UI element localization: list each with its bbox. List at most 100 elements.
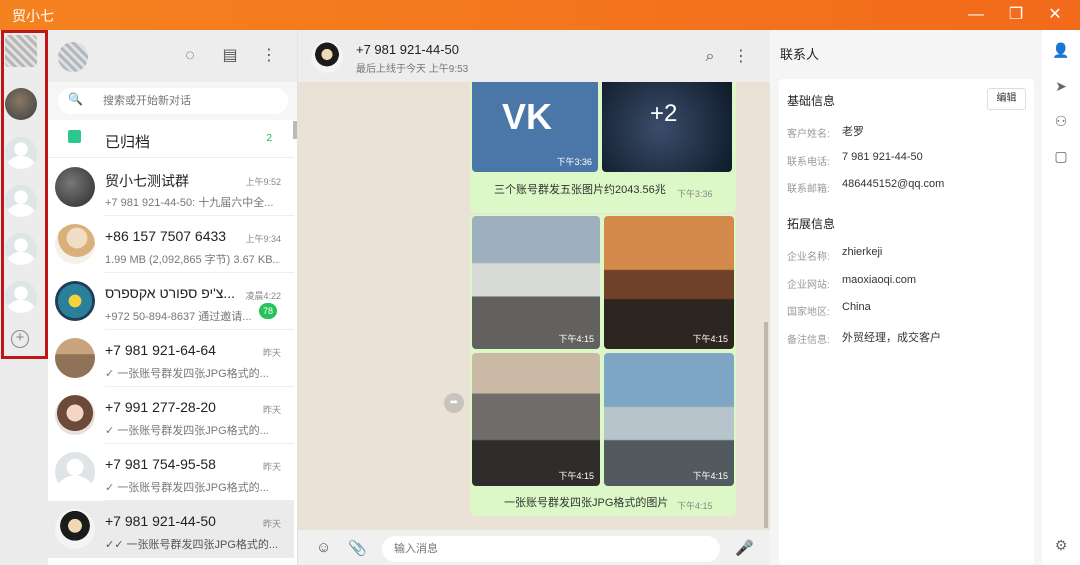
- send-icon[interactable]: ➤: [1052, 77, 1070, 95]
- field-email: 联系邮箱: 486445152@qq.com: [787, 178, 1027, 195]
- contacts-icon[interactable]: ⚇: [1052, 112, 1070, 130]
- title-bar: 贸小七 — ❐ ✕: [0, 0, 1080, 30]
- chat-name: צ'יפ ספורט אקספרס...: [105, 285, 236, 301]
- contact-panel: 联系人 基础信息 编辑 客户姓名: 老罗 联系电话: 7 981 921-44-…: [770, 30, 1042, 565]
- field-label: 联系电话:: [787, 157, 830, 168]
- chat-name: +7 981 754-95-58: [105, 456, 216, 472]
- chat-item[interactable]: +7 981 921-64-64 昨天 ✓ 一张账号群发四张JPG格式的...: [48, 330, 294, 387]
- message-caption: 三个账号群发五张图片约2043.56兆: [494, 184, 666, 196]
- search-icon: 🔍: [68, 92, 83, 106]
- field-label: 企业网站:: [787, 280, 830, 291]
- contact-card: 基础信息 编辑 客户姓名: 老罗 联系电话: 7 981 921-44-50 联…: [779, 79, 1034, 565]
- image-time: 下午4:15: [558, 471, 594, 481]
- search-input[interactable]: [103, 92, 278, 110]
- chat-preview: ✓ 一张账号群发四张JPG格式的...: [105, 425, 269, 437]
- message-image[interactable]: VK 下午3:36: [472, 82, 598, 172]
- chat-name: +86 157 7507 6433: [105, 228, 227, 244]
- edit-button[interactable]: 编辑: [987, 88, 1026, 110]
- field-name: 客户姓名: 老罗: [787, 123, 1027, 140]
- attach-icon[interactable]: 📎: [348, 539, 367, 557]
- message-caption: 一张账号群发四张JPG格式的图片: [504, 497, 669, 509]
- search-box: 🔍: [58, 88, 288, 114]
- field-company: 企业名称: zhierkeji: [787, 246, 1027, 263]
- notes-icon[interactable]: ▢: [1052, 147, 1070, 165]
- chat-item[interactable]: 贸小七测试群 上午9:52 +7 981 921-44-50: 十九届六中全..…: [48, 159, 294, 216]
- contact-avatar[interactable]: [311, 41, 343, 73]
- field-label: 联系邮箱:: [787, 184, 830, 195]
- chat-preview: ✓ 一张账号群发四张JPG格式的...: [105, 368, 269, 380]
- unread-badge: 78: [259, 303, 277, 319]
- minimize-icon[interactable]: —: [965, 4, 987, 26]
- message-image[interactable]: 下午4:15: [472, 216, 600, 349]
- vk-label: VK: [502, 96, 553, 137]
- last-seen-status: 最后上线于今天 上午9:53: [356, 64, 469, 75]
- message-area: VK 下午3:36 +2 三个账号群发五张图片约2043.56兆 下午3:36 …: [298, 82, 770, 530]
- archived-row[interactable]: 已归档 2: [48, 120, 294, 158]
- image-time: 下午4:15: [692, 334, 728, 344]
- message-image[interactable]: 下午4:15: [604, 216, 734, 349]
- message-bubble: VK 下午3:36 +2 三个账号群发五张图片约2043.56兆 下午3:36: [470, 82, 736, 213]
- field-value: 外贸经理，成交客户: [842, 332, 941, 344]
- menu-icon[interactable]: ⋮: [259, 46, 279, 66]
- message-image[interactable]: +2: [602, 82, 732, 172]
- chat-item[interactable]: +7 991 277-28-20 昨天 ✓ 一张账号群发四张JPG格式的...: [48, 387, 294, 444]
- emoji-icon[interactable]: ☺: [316, 539, 331, 556]
- chat-list-header: ◌ ▤ ⋮: [48, 30, 297, 82]
- image-time: 下午4:15: [558, 334, 594, 344]
- chat-avatar: [55, 395, 95, 435]
- message-image[interactable]: 下午4:15: [472, 353, 600, 486]
- menu-icon[interactable]: ⋮: [731, 47, 751, 67]
- field-phone: 联系电话: 7 981 921-44-50: [787, 151, 1027, 168]
- chat-time: 昨天: [262, 405, 281, 415]
- chat-item[interactable]: +7 981 754-95-58 昨天 ✓ 一张账号群发四张JPG格式的...: [48, 444, 294, 501]
- chat-time: 上午9:34: [245, 234, 281, 244]
- field-notes: 备注信息: 外贸经理，成交客户: [787, 329, 1027, 346]
- message-input[interactable]: [382, 536, 720, 562]
- field-label: 备注信息:: [787, 335, 830, 346]
- conversation-header: +7 981 921-44-50 最后上线于今天 上午9:53 ⌕ ⋮: [298, 30, 770, 82]
- archived-count: 2: [266, 133, 272, 144]
- message-composer: ☺ 📎 🎤: [298, 530, 770, 565]
- person-icon[interactable]: 👤: [1052, 41, 1070, 59]
- message-time: 下午4:15: [677, 501, 713, 511]
- search-icon[interactable]: ⌕: [700, 47, 720, 67]
- conversation-panel: +7 981 921-44-50 最后上线于今天 上午9:53 ⌕ ⋮ VK 下…: [298, 30, 770, 565]
- message-time: 下午3:36: [677, 189, 713, 199]
- settings-icon[interactable]: ⚙: [1052, 536, 1070, 554]
- mic-icon[interactable]: 🎤: [735, 539, 754, 557]
- chat-item-selected[interactable]: +7 981 921-44-50 昨天 ✓✓ 一张账号群发四张JPG格式的...: [48, 501, 294, 558]
- chat-name: +7 981 921-64-64: [105, 342, 216, 358]
- new-chat-icon[interactable]: ▤: [220, 46, 240, 66]
- search-bar: 🔍: [48, 82, 297, 120]
- chat-list-scrollbar[interactable]: [293, 121, 297, 139]
- chat-avatar: [55, 509, 95, 549]
- chat-time: 昨天: [262, 348, 281, 358]
- chat-avatar: [55, 452, 95, 492]
- chat-time: 昨天: [262, 519, 281, 529]
- field-value: maoxiaoqi.com: [842, 274, 916, 286]
- extended-info-title: 拓展信息: [787, 217, 836, 231]
- message-scrollbar[interactable]: [764, 322, 768, 528]
- field-website: 企业网站: maoxiaoqi.com: [787, 274, 1027, 291]
- restore-icon[interactable]: ❐: [1005, 4, 1027, 26]
- chat-time: 凌晨4:22: [245, 291, 281, 301]
- chat-name: 贸小七测试群: [105, 173, 189, 189]
- field-value: zhierkeji: [842, 246, 883, 258]
- message-bubble: 下午4:15 下午4:15 下午4:15 下午4:15 一张账号群发四张JPG格…: [470, 214, 736, 516]
- chat-preview: ✓✓ 一张账号群发四张JPG格式的...: [105, 539, 279, 551]
- chat-item[interactable]: +86 157 7507 6433 上午9:34 1.99 MB (2,092,…: [48, 216, 294, 273]
- chat-preview: 1.99 MB (2,092,865 字节) 3.67 KB...: [105, 254, 280, 266]
- my-avatar[interactable]: [58, 42, 88, 72]
- account-switcher: +: [0, 30, 48, 565]
- refresh-icon[interactable]: ◌: [180, 46, 200, 66]
- forward-icon[interactable]: ➦: [444, 393, 464, 413]
- right-rail: 👤 ➤ ⚇ ▢ ⚙: [1042, 30, 1080, 565]
- image-time: 下午4:15: [692, 471, 728, 481]
- close-icon[interactable]: ✕: [1044, 4, 1066, 26]
- chat-item[interactable]: צ'יפ ספורט אקספרס... 凌晨4:22 +972 50-894-…: [48, 273, 294, 330]
- chat-preview: +972 50-894-8637 通过邀请...: [105, 311, 252, 323]
- message-image[interactable]: 下午4:15: [604, 353, 734, 486]
- chat-avatar: [55, 167, 95, 207]
- chat-list-panel: ◌ ▤ ⋮ 🔍 已归档 2 贸小七测试群 上午9:52 +7 981 921-4…: [48, 30, 298, 565]
- contact-panel-title: 联系人: [780, 47, 820, 62]
